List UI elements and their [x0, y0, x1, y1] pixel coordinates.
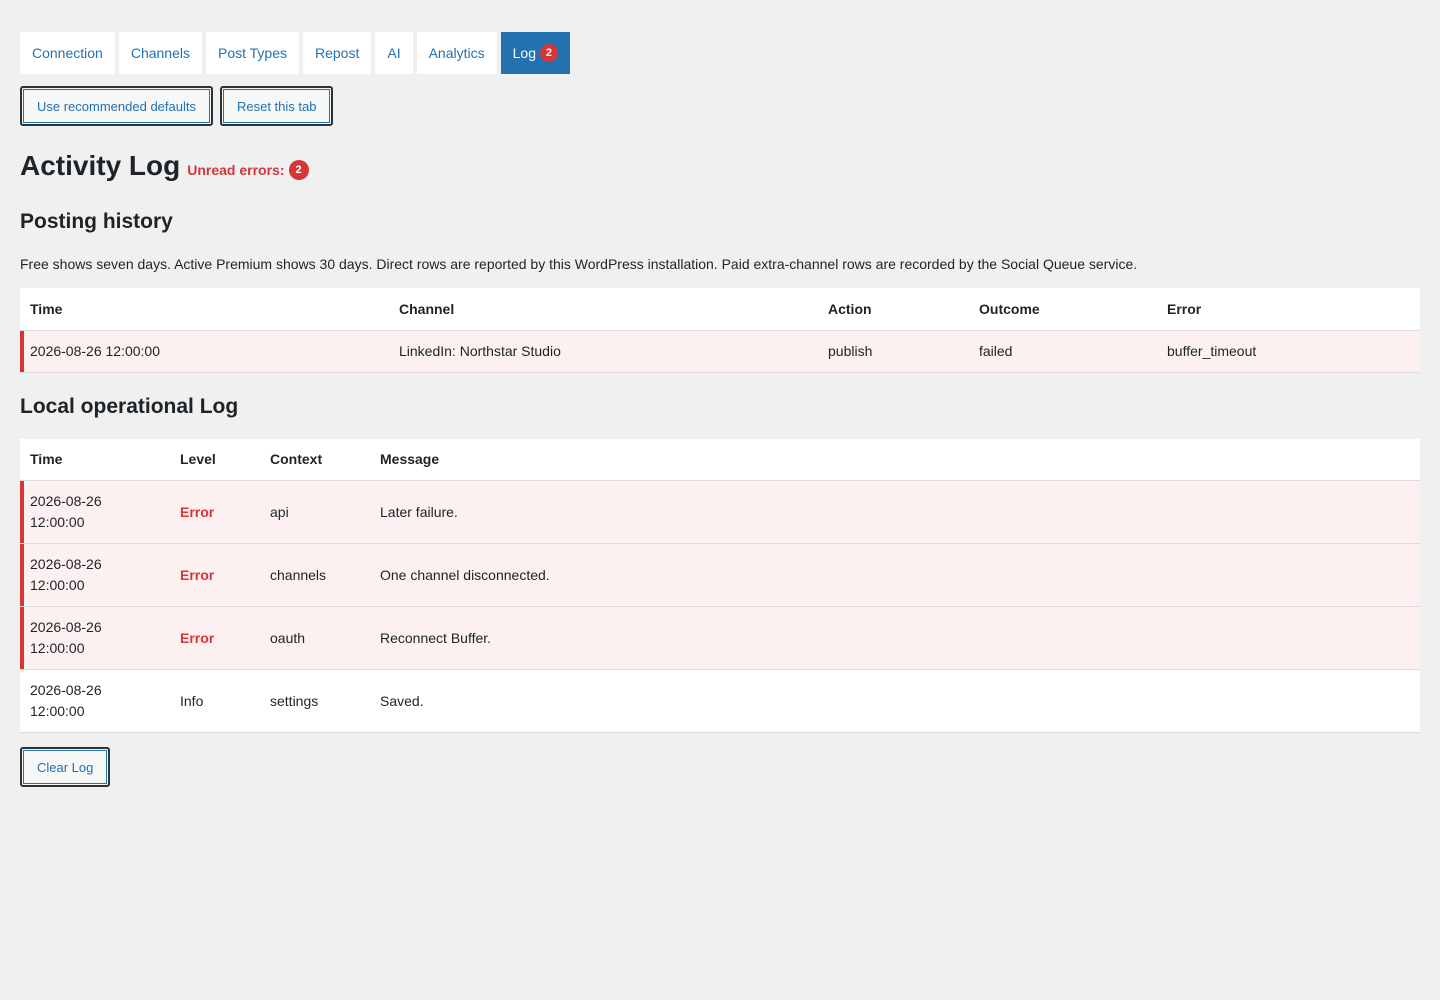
cell-time: 2026-08-26 12:00:00: [20, 606, 170, 670]
use-recommended-defaults-button[interactable]: Use recommended defaults: [20, 86, 213, 126]
cell-context: channels: [260, 543, 370, 607]
cell-level: Error: [170, 606, 260, 670]
settings-page: Connection Channels Post Types Repost AI…: [0, 0, 1440, 787]
cell-message: Later failure.: [370, 480, 1420, 544]
cell-outcome: failed: [969, 330, 1157, 373]
unread-errors-label: Unread errors:: [187, 162, 285, 178]
posting-history-description: Free shows seven days. Active Premium sh…: [20, 256, 1138, 272]
cell-context: api: [260, 480, 370, 544]
table-header-row: Time Channel Action Outcome Error: [20, 288, 1420, 331]
time-date: 2026-08-26: [30, 619, 102, 635]
tab-label: Connection: [32, 45, 103, 61]
tab-ai[interactable]: AI: [375, 32, 413, 74]
tab-label: Log: [512, 45, 536, 61]
cell-time: 2026-08-26 12:00:00: [20, 330, 389, 373]
cell-message: One channel disconnected.: [370, 543, 1420, 607]
cell-action: publish: [818, 330, 969, 373]
tab-actions: Use recommended defaults Reset this tab: [20, 86, 1420, 126]
cell-level: Info: [170, 669, 260, 733]
column-header-context: Context: [260, 438, 370, 481]
cell-message: Reconnect Buffer.: [370, 606, 1420, 670]
tab-repost[interactable]: Repost: [303, 32, 372, 74]
tab-label: AI: [387, 45, 401, 61]
column-header-error: Error: [1157, 288, 1420, 331]
cell-channel: LinkedIn: Northstar Studio: [389, 330, 818, 373]
column-header-level: Level: [170, 438, 260, 481]
table-row: 2026-08-26 12:00:00 LinkedIn: Northstar …: [20, 330, 1420, 373]
time-date: 2026-08-26: [30, 682, 102, 698]
table-header-row: Time Level Context Message: [20, 438, 1420, 481]
time-clock: 12:00:00: [30, 640, 85, 656]
cell-level: Error: [170, 543, 260, 607]
tab-log[interactable]: Log 2: [500, 32, 570, 74]
time-date: 2026-08-26: [30, 556, 102, 572]
time-date: 2026-08-26: [30, 493, 102, 509]
tab-label: Channels: [130, 45, 190, 61]
clear-log-row: Clear Log: [20, 747, 1420, 787]
page-title: Activity Log: [20, 150, 181, 181]
cell-time: 2026-08-26 12:00:00: [20, 480, 170, 544]
time-clock: 12:00:00: [30, 514, 85, 530]
clear-log-button[interactable]: Clear Log: [20, 747, 111, 787]
unread-errors-badge: 2: [288, 160, 309, 180]
tab-post-types[interactable]: Post Types: [205, 32, 299, 74]
tab-analytics[interactable]: Analytics: [416, 32, 497, 74]
tab-label: Post Types: [217, 45, 287, 61]
page-title-row: Activity Log Unread errors: 2: [20, 150, 1420, 182]
posting-history-table: Time Channel Action Outcome Error 2026-0…: [20, 288, 1420, 373]
posting-history-heading: Posting history: [20, 210, 173, 233]
cell-context: oauth: [260, 606, 370, 670]
time-clock: 12:00:00: [30, 703, 85, 719]
unread-errors: Unread errors: 2: [187, 160, 309, 180]
cell-message: Saved.: [370, 669, 1420, 733]
time-clock: 12:00:00: [30, 577, 85, 593]
local-log-table: Time Level Context Message 2026-08-26 12:…: [20, 438, 1420, 733]
column-header-time: Time: [20, 438, 170, 481]
column-header-channel: Channel: [389, 288, 818, 331]
table-row: 2026-08-26 12:00:00 Info settings Saved.: [20, 669, 1420, 733]
column-header-time: Time: [20, 288, 389, 331]
cell-context: settings: [260, 669, 370, 733]
tab-label: Analytics: [428, 45, 485, 61]
tab-channels[interactable]: Channels: [118, 32, 202, 74]
column-header-outcome: Outcome: [969, 288, 1157, 331]
table-row: 2026-08-26 12:00:00 Error oauth Reconnect…: [20, 606, 1420, 670]
tab-label: Repost: [315, 45, 360, 61]
cell-time: 2026-08-26 12:00:00: [20, 669, 170, 733]
settings-tabs: Connection Channels Post Types Repost AI…: [20, 32, 1420, 74]
table-row: 2026-08-26 12:00:00 Error api Later failu…: [20, 480, 1420, 544]
tab-connection[interactable]: Connection: [20, 32, 115, 74]
tab-error-count-badge: 2: [539, 44, 558, 62]
local-log-heading: Local operational Log: [20, 394, 239, 418]
reset-tab-button[interactable]: Reset this tab: [219, 86, 334, 126]
cell-time: 2026-08-26 12:00:00: [20, 543, 170, 607]
column-header-action: Action: [818, 288, 969, 331]
column-header-message: Message: [370, 438, 1420, 481]
cell-error: buffer_timeout: [1157, 330, 1420, 373]
cell-level: Error: [170, 480, 260, 544]
table-row: 2026-08-26 12:00:00 Error channels One ch…: [20, 543, 1420, 607]
